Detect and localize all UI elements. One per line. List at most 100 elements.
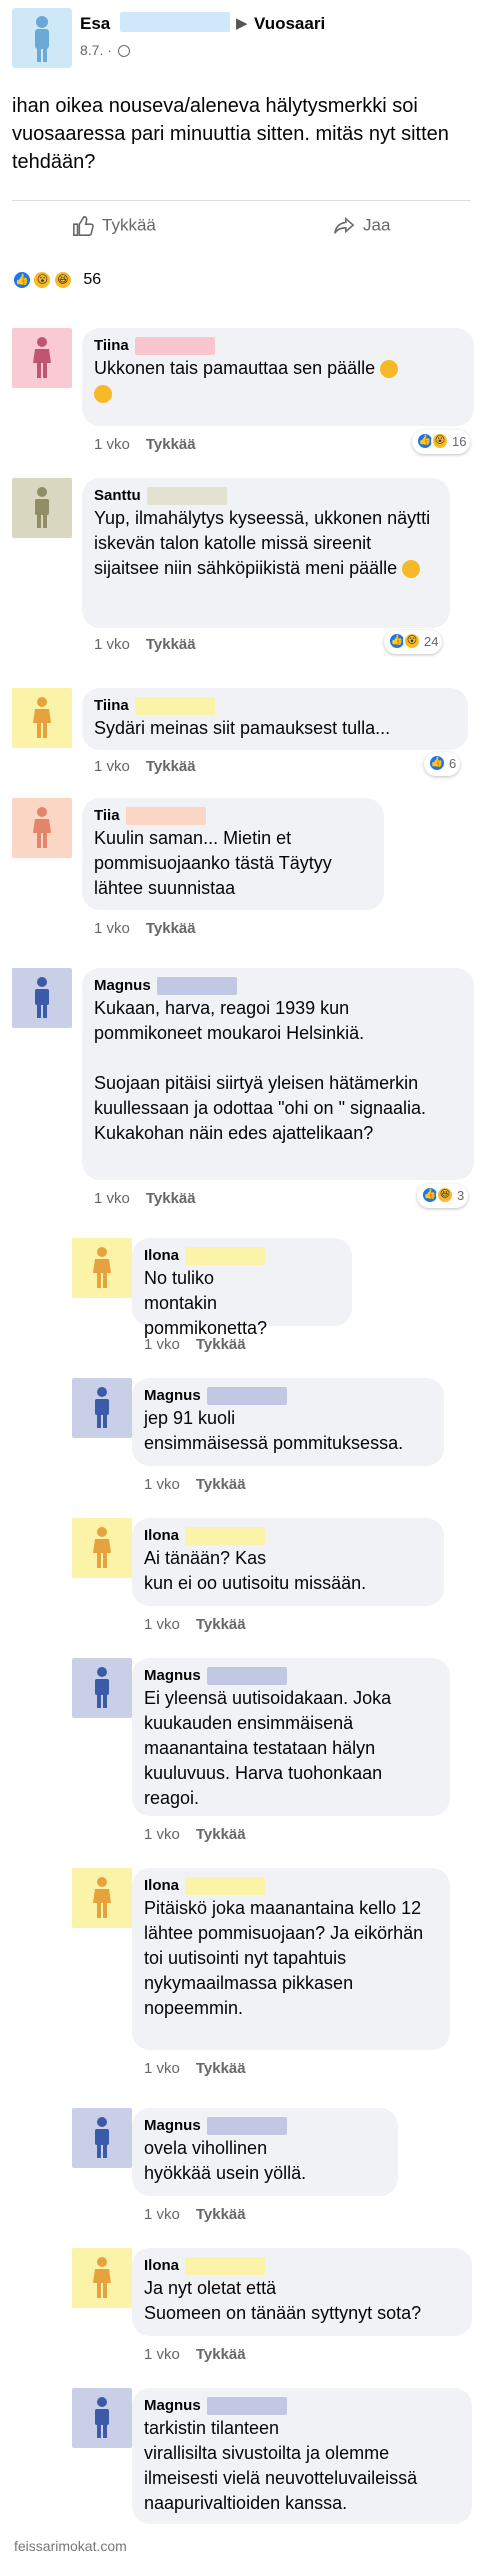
comment-author[interactable]: Tiia	[94, 806, 372, 826]
comment-avatar[interactable]	[12, 478, 72, 538]
person-icon	[95, 1667, 109, 1708]
wow-reaction-icon: 😮	[32, 270, 53, 290]
comment-avatar[interactable]	[72, 1518, 132, 1578]
comment-time[interactable]: 1 vko	[144, 2060, 180, 2077]
comment-time[interactable]: 1 vko	[144, 1336, 180, 1353]
comment-time[interactable]: 1 vko	[94, 920, 130, 937]
comment-author[interactable]: Ilona	[144, 1246, 340, 1266]
comment-author[interactable]: Ilona	[144, 1876, 438, 1896]
comment-time[interactable]: 1 vko	[94, 1190, 130, 1207]
post-author-name[interactable]: Esa	[80, 14, 110, 34]
comment-time[interactable]: 1 vko	[94, 636, 130, 653]
comment-avatar[interactable]	[72, 1658, 132, 1718]
reaction-count: 24	[424, 633, 439, 649]
reply: Magnus tarkistin tilanteen virallisilta …	[72, 2388, 472, 2538]
thinking-emoji-icon	[380, 360, 399, 379]
wow-reaction-icon: 😮	[403, 632, 421, 650]
comment-author[interactable]: Magnus	[144, 1386, 432, 1406]
author-name: Magnus	[144, 2117, 201, 2134]
comment-like-button[interactable]: Tykkää	[196, 1476, 246, 1493]
redaction-bar	[185, 1527, 266, 1546]
author-name: Tiina	[94, 697, 129, 714]
comment-like-button[interactable]: Tykkää	[196, 1826, 246, 1843]
comment-avatar[interactable]	[72, 2388, 132, 2448]
comment-time[interactable]: 1 vko	[144, 1826, 180, 1843]
comment: Santtu Yup, ilmahälytys kyseessä, ukkone…	[12, 478, 474, 658]
author-name: Santtu	[94, 487, 141, 504]
comment-author[interactable]: Magnus	[94, 976, 462, 996]
author-name: Magnus	[144, 1667, 201, 1684]
redaction-bar	[206, 2397, 287, 2416]
comment-reactions[interactable]: 👍 😮 24	[384, 630, 443, 654]
post-reactions[interactable]: 👍 😮 😆 56	[12, 270, 101, 294]
comment-like-button[interactable]: Tykkää	[146, 1190, 196, 1207]
comment-reactions[interactable]: 👍 😮 16	[412, 430, 471, 454]
share-button[interactable]: Jaa	[333, 215, 390, 237]
comment-reactions[interactable]: 👍 😆 3	[417, 1184, 469, 1208]
comment-time[interactable]: 1 vko	[144, 1476, 180, 1493]
comment-text: Kuulin saman... Mietin et pommisuojaanko…	[94, 828, 332, 898]
author-name: Tiia	[94, 807, 120, 824]
comment-bubble: Santtu Yup, ilmahälytys kyseessä, ukkone…	[82, 478, 450, 628]
post-location[interactable]: Vuosaari	[254, 14, 325, 34]
comment-time[interactable]: 1 vko	[94, 436, 130, 453]
comment-avatar[interactable]	[72, 2108, 132, 2168]
comment-author[interactable]: Tiina	[94, 336, 462, 356]
comment-bubble: Magnus Ei yleensä uutisoidakaan. Joka ku…	[132, 1658, 450, 1816]
comment-time[interactable]: 1 vko	[94, 758, 130, 775]
comment: Tiia Kuulin saman... Mietin et pommisuoj…	[12, 798, 474, 948]
comment-avatar[interactable]	[12, 688, 72, 748]
comment-bubble: Magnus ovela vihollinen hyökkää usein yö…	[132, 2108, 398, 2196]
comment-avatar[interactable]	[12, 798, 72, 858]
comment-like-button[interactable]: Tykkää	[146, 920, 196, 937]
share-label: Jaa	[363, 215, 391, 235]
person-icon	[93, 2257, 111, 2298]
author-name: Ilona	[144, 1877, 180, 1894]
post-timestamp[interactable]: 8.7. ·	[80, 42, 130, 58]
comment-author[interactable]: Santtu	[94, 486, 438, 506]
comment-like-button[interactable]: Tykkää	[146, 636, 196, 653]
comment-bubble: Ilona Pitäiskö joka maanantaina kello 12…	[132, 1868, 450, 2050]
post-author-avatar[interactable]	[12, 8, 72, 68]
author-name: Ilona	[144, 1247, 180, 1264]
comment-author[interactable]: Ilona	[144, 1526, 432, 1546]
redaction-bar	[206, 1667, 287, 1686]
comment-like-button[interactable]: Tykkää	[196, 2346, 246, 2363]
comment-author[interactable]: Ilona	[144, 2256, 460, 2276]
author-name: Magnus	[144, 1387, 201, 1404]
comment-like-button[interactable]: Tykkää	[196, 1336, 246, 1353]
comment-text: Ai tänään? Kas kun ei oo uutisoitu missä…	[144, 1548, 367, 1593]
comment-like-button[interactable]: Tykkää	[146, 436, 196, 453]
comment-reactions[interactable]: 👍 6	[424, 752, 461, 776]
comment-time[interactable]: 1 vko	[144, 1616, 180, 1633]
comment-author[interactable]: Magnus	[144, 2116, 386, 2136]
comment-avatar[interactable]	[12, 328, 72, 388]
reply: Magnus Ei yleensä uutisoidakaan. Joka ku…	[72, 1658, 472, 1848]
comment-author[interactable]: Tiina	[94, 696, 456, 716]
comment-avatar[interactable]	[72, 2248, 132, 2308]
comment-author[interactable]: Magnus	[144, 2396, 460, 2416]
like-reaction-icon: 👍	[428, 754, 446, 772]
comment-avatar[interactable]	[12, 968, 72, 1028]
comment-avatar[interactable]	[72, 1868, 132, 1928]
comment-like-button[interactable]: Tykkää	[146, 758, 196, 775]
comment-text: Kukaan, harva, reagoi 1939 kun pommikone…	[94, 998, 427, 1143]
redaction-bar	[134, 337, 215, 356]
comment-like-button[interactable]: Tykkää	[196, 2206, 246, 2223]
person-icon	[93, 1247, 111, 1288]
author-name: Tiina	[94, 337, 129, 354]
comment-text: Yup, ilmahälytys kyseessä, ukkonen näytt…	[94, 506, 438, 581]
comment-bubble: Ilona Ja nyt oletat että Suomeen on tänä…	[132, 2248, 472, 2336]
comment: Magnus Kukaan, harva, reagoi 1939 kun po…	[12, 968, 474, 1218]
comment-like-button[interactable]: Tykkää	[196, 2060, 246, 2077]
comment-like-button[interactable]: Tykkää	[196, 1616, 246, 1633]
comment-author[interactable]: Magnus	[144, 1666, 438, 1686]
like-button[interactable]: Tykkää	[72, 215, 156, 237]
comment-time[interactable]: 1 vko	[144, 2206, 180, 2223]
comment-time[interactable]: 1 vko	[144, 2346, 180, 2363]
comment-text: Ei yleensä uutisoidakaan. Joka kuukauden…	[144, 1688, 392, 1808]
person-icon	[33, 337, 51, 378]
watermark: feissarimokat.com	[14, 2538, 127, 2554]
comment-avatar[interactable]	[72, 1378, 132, 1438]
comment-avatar[interactable]	[72, 1238, 132, 1298]
